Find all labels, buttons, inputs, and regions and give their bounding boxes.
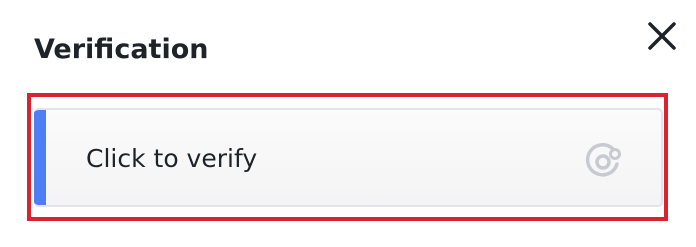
accent-bar — [34, 110, 46, 205]
dialog-title: Verification — [34, 34, 209, 65]
verify-label: Click to verify — [86, 144, 258, 173]
captcha-refresh-icon — [585, 143, 621, 177]
verification-dialog: Verification Click to verify — [0, 0, 696, 247]
click-to-verify-button[interactable]: Click to verify — [34, 108, 663, 207]
close-button[interactable] — [646, 20, 680, 54]
close-icon — [648, 22, 676, 50]
